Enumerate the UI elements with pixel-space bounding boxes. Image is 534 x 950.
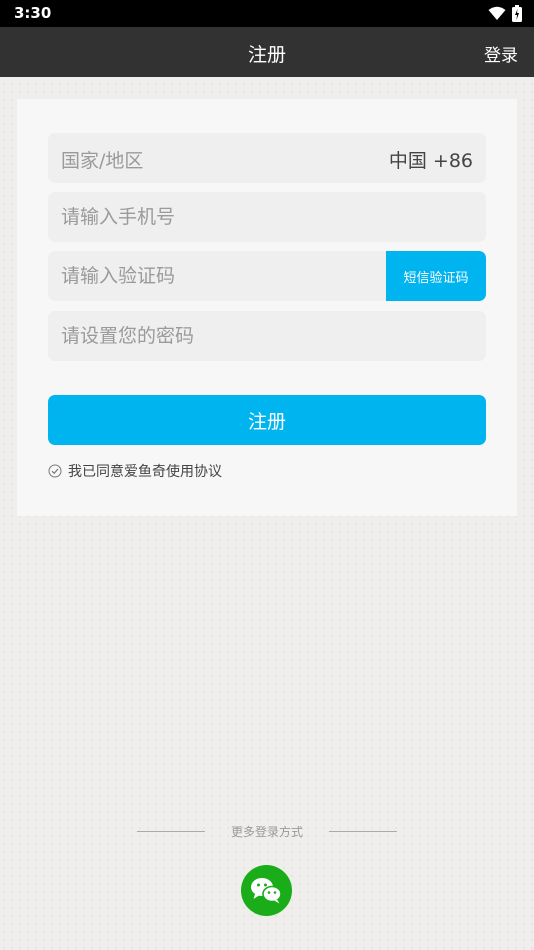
login-link[interactable]: 登录 xyxy=(484,41,518,66)
wifi-icon xyxy=(488,6,506,20)
country-label: 国家/地区 xyxy=(61,150,144,172)
page-title: 注册 xyxy=(247,44,286,66)
sms-code-button[interactable]: 短信验证码 xyxy=(386,251,486,301)
register-button[interactable]: 注册 xyxy=(48,395,486,445)
check-circle-icon[interactable] xyxy=(48,464,62,478)
status-time: 3:30 xyxy=(14,4,52,22)
divider-line-left xyxy=(137,830,205,832)
phone-field-container xyxy=(48,192,486,242)
wechat-login-button[interactable] xyxy=(241,865,292,916)
country-code-value[interactable]: 中国 +86 xyxy=(389,146,473,173)
more-login-divider: 更多登录方式 xyxy=(137,821,397,841)
status-icons xyxy=(488,4,522,22)
country-selector[interactable]: 国家/地区 中国 +86 xyxy=(48,133,486,183)
status-bar: 3:30 xyxy=(0,0,534,27)
password-input[interactable] xyxy=(48,311,486,361)
agreement-checkbox[interactable]: 我已同意爱鱼奇使用协议 xyxy=(48,461,222,481)
more-login-label: 更多登录方式 xyxy=(230,824,303,839)
divider-line-right xyxy=(328,830,397,832)
phone-input[interactable] xyxy=(48,192,486,242)
battery-icon xyxy=(512,4,522,22)
agreement-label: 我已同意爱鱼奇使用协议 xyxy=(68,464,222,480)
wechat-icon xyxy=(251,878,282,904)
code-field-container: 短信验证码 xyxy=(48,251,486,301)
register-form-card: 国家/地区 中国 +86 短信验证码 注册 我已同意爱鱼奇使用协议 xyxy=(17,99,517,516)
verification-code-input[interactable] xyxy=(48,251,386,301)
title-bar: 注册 登录 xyxy=(0,27,534,77)
password-field-container xyxy=(48,311,486,361)
